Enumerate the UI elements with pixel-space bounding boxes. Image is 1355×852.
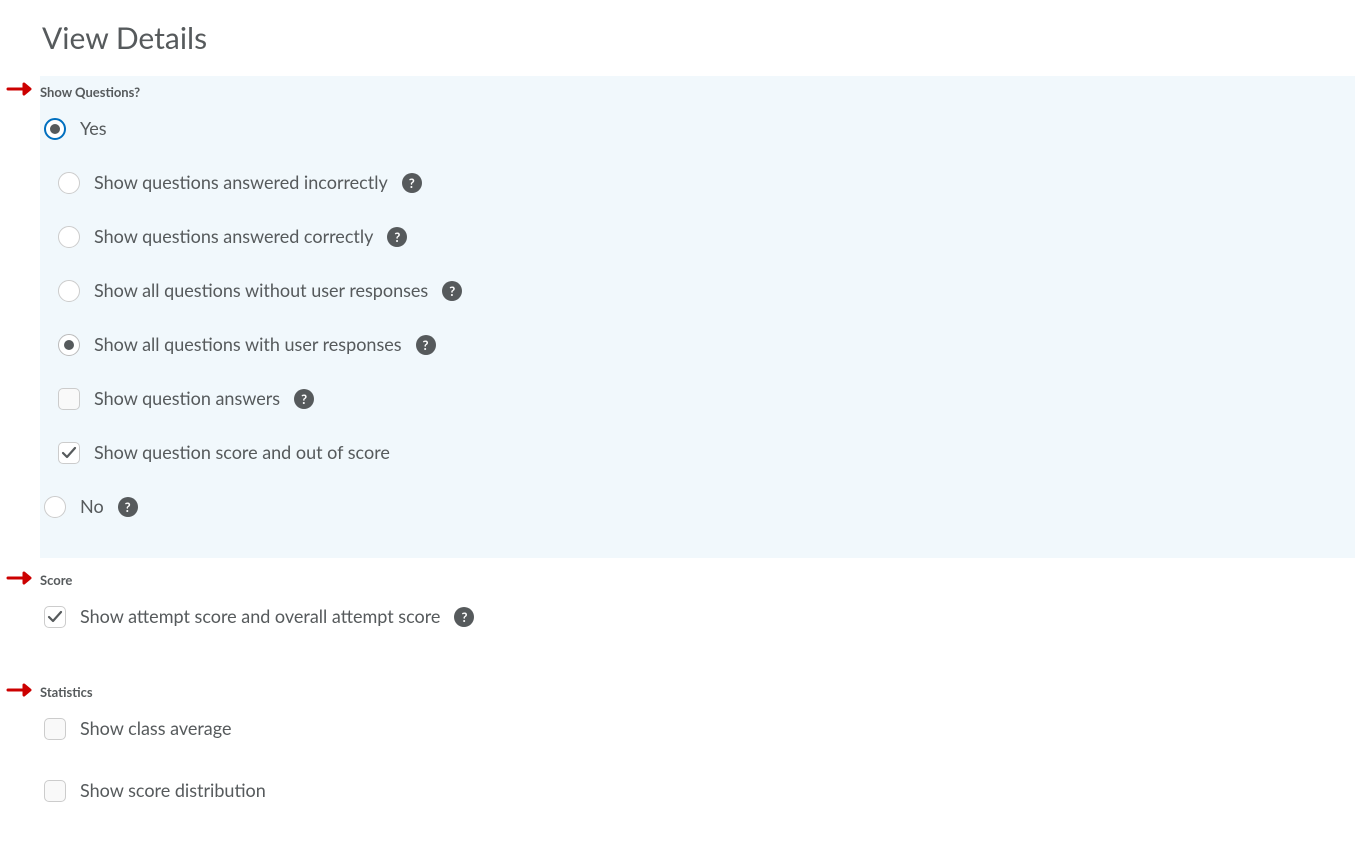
help-icon[interactable]: ? (454, 607, 474, 627)
class-average-label: Show class average (80, 718, 231, 740)
score-outof-checkbox[interactable] (58, 442, 80, 464)
statistics-section: Statistics Show class average Show score… (40, 658, 1355, 832)
attempt-score-checkbox[interactable] (44, 606, 66, 628)
page-heading: View Details (42, 20, 1355, 56)
with-responses-row: Show all questions with user responses ? (58, 334, 1355, 356)
yes-radio-row: Yes (44, 118, 1355, 140)
arrow-icon (6, 570, 40, 586)
score-label: Score (40, 572, 1355, 588)
without-responses-radio[interactable] (58, 280, 80, 302)
answers-row: Show question answers ? (58, 388, 1355, 410)
help-icon[interactable]: ? (416, 335, 436, 355)
incorrectly-row: Show questions answered incorrectly ? (58, 172, 1355, 194)
correctly-radio[interactable] (58, 226, 80, 248)
no-label: No (80, 496, 104, 518)
score-outof-label: Show question score and out of score (94, 442, 390, 464)
no-radio-row: No ? (44, 496, 1355, 518)
score-distribution-checkbox[interactable] (44, 780, 66, 802)
arrow-icon (6, 682, 40, 698)
help-icon[interactable]: ? (118, 497, 138, 517)
correctly-row: Show questions answered correctly ? (58, 226, 1355, 248)
without-responses-label: Show all questions without user response… (94, 280, 428, 302)
without-responses-row: Show all questions without user response… (58, 280, 1355, 302)
help-icon[interactable]: ? (387, 227, 407, 247)
score-distribution-row: Show score distribution (44, 780, 1355, 802)
help-icon[interactable]: ? (294, 389, 314, 409)
statistics-label: Statistics (40, 684, 1355, 700)
with-responses-label: Show all questions with user responses (94, 334, 402, 356)
score-distribution-label: Show score distribution (80, 780, 266, 802)
score-outof-row: Show question score and out of score (58, 442, 1355, 464)
show-questions-label: Show Questions? (40, 84, 1355, 100)
help-icon[interactable]: ? (442, 281, 462, 301)
incorrectly-label: Show questions answered incorrectly (94, 172, 388, 194)
with-responses-radio[interactable] (58, 334, 80, 356)
incorrectly-radio[interactable] (58, 172, 80, 194)
class-average-checkbox[interactable] (44, 718, 66, 740)
class-average-row: Show class average (44, 718, 1355, 740)
yes-label: Yes (80, 118, 107, 140)
attempt-score-row: Show attempt score and overall attempt s… (44, 606, 1355, 628)
attempt-score-label: Show attempt score and overall attempt s… (80, 606, 440, 628)
no-radio[interactable] (44, 496, 66, 518)
score-section: Score Show attempt score and overall att… (40, 558, 1355, 658)
arrow-icon (6, 81, 40, 97)
answers-checkbox[interactable] (58, 388, 80, 410)
help-icon[interactable]: ? (402, 173, 422, 193)
show-questions-section: Show Questions? Yes Show questions answe… (40, 76, 1355, 558)
yes-radio[interactable] (44, 118, 66, 140)
correctly-label: Show questions answered correctly (94, 226, 373, 248)
answers-label: Show question answers (94, 388, 280, 410)
